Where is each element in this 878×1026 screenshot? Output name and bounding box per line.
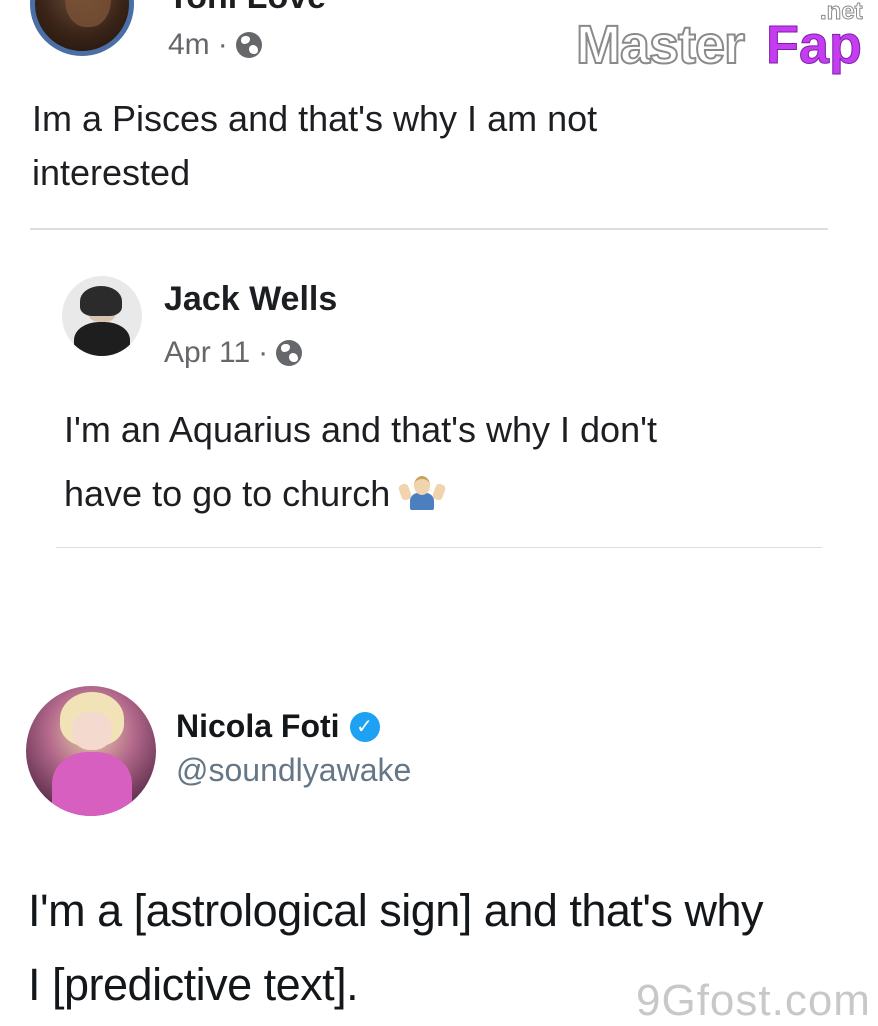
post-author-name[interactable]: Jack Wells — [164, 280, 337, 319]
tweet-author-name[interactable]: Nicola Foti ✓ — [176, 708, 380, 745]
author-avatar[interactable] — [62, 276, 142, 356]
watermark-bottom: 9Gfost.com — [636, 976, 871, 1025]
tweet-author-avatar[interactable] — [26, 686, 156, 816]
watermark-logo: Master Fap .net — [575, 0, 876, 80]
post-text-line-content: have to go to church — [64, 473, 391, 514]
tweet-author-name-text[interactable]: Nicola Foti — [176, 708, 340, 745]
author-avatar[interactable] — [30, 0, 134, 56]
post-meta: Apr 11 · — [164, 336, 303, 370]
post-body: I'm an Aquarius and that's why I don't h… — [64, 398, 657, 526]
globe-icon — [235, 32, 262, 58]
tweet-author-handle[interactable]: @soundlyawake — [176, 752, 411, 789]
post-meta: 4m · — [168, 28, 262, 62]
post-text-line: I'm an Aquarius and that's why I don't — [64, 409, 657, 450]
meta-separator: · — [258, 336, 269, 369]
post-timestamp[interactable]: Apr 11 — [164, 336, 250, 370]
post-text-line: have to go to church — [64, 462, 657, 526]
post-timestamp[interactable]: 4m — [168, 28, 210, 62]
watermark-text-master: Master — [575, 14, 746, 76]
watermark-text-net: .net — [820, 0, 864, 26]
post-author-name[interactable]: Toni Love — [168, 0, 326, 17]
post-divider — [56, 547, 822, 548]
post-divider — [30, 228, 828, 230]
post-text-line: Im a Pisces and that's why I am not — [32, 98, 598, 139]
person-shrugging-icon — [397, 476, 447, 510]
globe-icon — [276, 340, 303, 366]
post-text-line: interested — [32, 152, 191, 193]
tweet-text-line: I'm a [astrological sign] and that's why — [28, 885, 764, 936]
meta-separator: · — [217, 28, 228, 61]
verified-badge-icon: ✓ — [349, 711, 380, 742]
post-body: Im a Pisces and that's why I am not inte… — [32, 92, 597, 200]
